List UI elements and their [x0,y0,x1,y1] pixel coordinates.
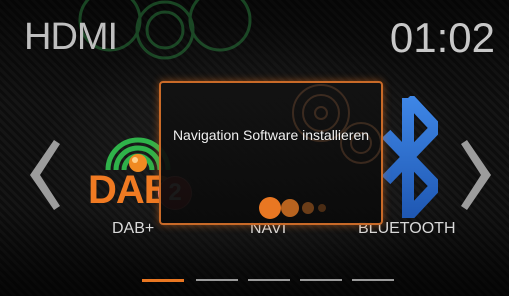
current-source-label: HDMI [24,16,118,58]
install-dialog: Navigation Software installieren [159,81,383,225]
page-dash-1[interactable] [142,279,184,282]
page-dash-2[interactable] [196,279,238,281]
dialog-message: Navigation Software installieren [172,127,370,143]
page-dash-5[interactable] [352,279,394,281]
loading-dots-icon [259,197,326,219]
infotainment-screen: HDMI 01:02 DAB 2 DAB+ NAVI [0,0,509,296]
chevron-left-icon[interactable] [28,140,60,210]
bluetooth-icon [381,96,438,218]
page-dash-3[interactable] [248,279,290,281]
tile-label-dab: DAB+ [112,220,155,237]
chevron-right-icon[interactable] [461,140,493,210]
page-dash-4[interactable] [300,279,342,281]
clock: 01:02 [389,14,495,61]
